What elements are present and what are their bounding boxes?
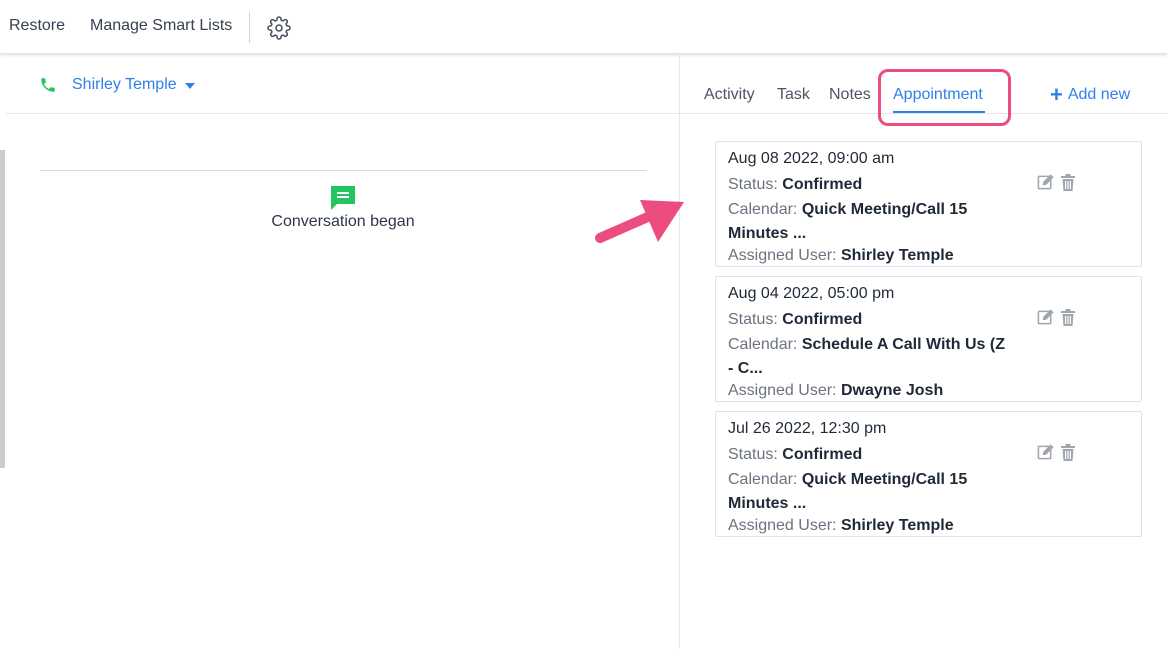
appointment-card[interactable]: Jul 26 2022, 12:30 pm Status: Confirmed … — [715, 411, 1142, 537]
appointment-user-row: Assigned User: Shirley Temple — [728, 246, 954, 266]
edit-icon[interactable] — [1037, 444, 1054, 461]
add-new-button[interactable]: + Add new — [1050, 82, 1131, 107]
appointment-card[interactable]: Aug 04 2022, 05:00 pm Status: Confirmed … — [715, 276, 1142, 402]
calendar-label: Calendar: — [728, 471, 798, 488]
plus-icon: + — [1050, 82, 1063, 107]
conversation-divider — [40, 170, 647, 171]
add-new-label: Add new — [1067, 86, 1131, 103]
trash-icon[interactable] — [1060, 174, 1076, 191]
tab-bar: Activity Task Notes Appointment + Add ne… — [681, 55, 1167, 126]
chat-icon — [331, 186, 355, 210]
appointment-date: Aug 04 2022, 05:00 pm — [728, 285, 895, 302]
status-label: Status: — [728, 446, 778, 463]
conversation-began-label: Conversation began — [271, 213, 415, 230]
appointment-assigned-user: Shirley Temple — [840, 517, 954, 534]
tab-notes[interactable]: Notes — [829, 86, 871, 104]
appointment-calendar-row: Calendar: Quick Meeting/Call 15 Minutes … — [728, 468, 1008, 516]
appointment-status: Confirmed — [782, 176, 863, 193]
appointment-assigned-user: Shirley Temple — [840, 247, 954, 264]
appointment-card[interactable]: Aug 08 2022, 09:00 am Status: Confirmed … — [715, 141, 1142, 267]
toolbar-divider — [249, 12, 250, 43]
caret-down-icon — [184, 83, 195, 89]
manage-smart-lists-link[interactable]: Manage Smart Lists — [90, 17, 232, 35]
appointment-assigned-user: Dwayne Josh — [840, 382, 944, 399]
calendar-label: Calendar: — [728, 336, 798, 353]
annotation-arrow-icon — [595, 200, 684, 243]
appointment-status-row: Status: Confirmed — [728, 310, 862, 330]
tab-activity[interactable]: Activity — [704, 86, 755, 104]
trash-icon[interactable] — [1060, 309, 1076, 326]
annotation-highlight-box — [878, 69, 1011, 126]
tab-task[interactable]: Task — [777, 86, 810, 104]
assigned-user-label: Assigned User: — [728, 247, 837, 264]
contact-header: Shirley Temple — [6, 55, 680, 114]
assigned-user-label: Assigned User: — [728, 382, 837, 399]
edit-icon[interactable] — [1037, 309, 1054, 326]
appointment-date: Jul 26 2022, 12:30 pm — [728, 420, 887, 437]
appointment-status: Confirmed — [782, 311, 863, 328]
assigned-user-label: Assigned User: — [728, 517, 837, 534]
status-label: Status: — [728, 176, 778, 193]
edit-icon[interactable] — [1037, 174, 1054, 191]
left-scrollbar[interactable] — [0, 150, 5, 468]
top-toolbar: Restore Manage Smart Lists — [0, 0, 1167, 54]
appointment-user-row: Assigned User: Shirley Temple — [728, 516, 954, 536]
conversation-panel: Shirley Temple Conversation began — [6, 55, 680, 649]
status-label: Status: — [728, 311, 778, 328]
calendar-label: Calendar: — [728, 201, 798, 218]
contact-name: Shirley Temple — [72, 76, 177, 93]
appointment-status: Confirmed — [782, 446, 863, 463]
details-panel: Activity Task Notes Appointment + Add ne… — [681, 55, 1167, 649]
appointment-calendar-row: Calendar: Schedule A Call With Us (Z - C… — [728, 333, 1008, 381]
appointment-calendar-row: Calendar: Quick Meeting/Call 15 Minutes … — [728, 198, 1008, 246]
appointment-user-row: Assigned User: Dwayne Josh — [728, 381, 943, 401]
appointment-status-row: Status: Confirmed — [728, 445, 862, 465]
appointment-date: Aug 08 2022, 09:00 am — [728, 150, 895, 167]
phone-icon[interactable] — [39, 76, 57, 94]
trash-icon[interactable] — [1060, 444, 1076, 461]
contact-name-dropdown[interactable]: Shirley Temple — [72, 76, 195, 94]
gear-icon[interactable] — [267, 16, 291, 40]
restore-link[interactable]: Restore — [9, 17, 65, 35]
appointment-status-row: Status: Confirmed — [728, 175, 862, 195]
